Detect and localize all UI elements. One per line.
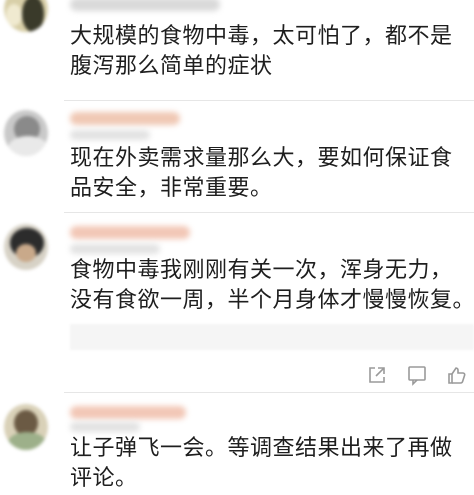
like-icon[interactable] [446, 364, 468, 386]
avatar[interactable] [4, 404, 48, 450]
timestamp-blurred [70, 244, 160, 254]
divider [64, 392, 474, 393]
comment-text-line: 大规模的食物中毒，太可怕了，都不是 [70, 24, 453, 49]
comment-text: 食物中毒我刚刚有关一次，浑身无力， 没有食欲一周，半个月身体才慢慢恢复。 [70, 256, 474, 316]
comment-text-line: 没有食欲一周，半个月身体才慢慢恢复。 [70, 288, 474, 313]
username-blurred [70, 0, 220, 11]
comment-text-line: 现在外卖需求量那么大，要如何保证食 [70, 146, 453, 171]
comment-text: 让子弹飞一会。等调查结果出来了再做 评论。 [70, 434, 470, 494]
avatar[interactable] [4, 110, 48, 156]
username-blurred [70, 226, 190, 239]
comment-text-line: 腹泻那么简单的症状 [70, 54, 273, 79]
avatar[interactable] [4, 0, 48, 32]
username-blurred [70, 406, 186, 419]
timestamp-blurred [70, 422, 140, 432]
comment-text-line: 食物中毒我刚刚有关一次，浑身无力， [70, 258, 453, 283]
comment-text-line: 评论。 [70, 466, 138, 491]
avatar[interactable] [4, 224, 48, 270]
divider [64, 100, 474, 101]
share-icon[interactable] [366, 364, 388, 386]
timestamp-blurred [70, 130, 150, 140]
reply-preview-blurred[interactable] [70, 324, 474, 350]
username-blurred [70, 112, 180, 125]
divider [64, 212, 474, 213]
comment-text-line: 让子弹飞一会。等调查结果出来了再做 [70, 436, 453, 461]
comment-text: 现在外卖需求量那么大，要如何保证食 品安全，非常重要。 [70, 144, 470, 204]
comment-icon[interactable] [406, 364, 428, 386]
comment-text-line: 品安全，非常重要。 [70, 176, 273, 201]
comment-text: 大规模的食物中毒，太可怕了，都不是 腹泻那么简单的症状 [70, 22, 470, 82]
